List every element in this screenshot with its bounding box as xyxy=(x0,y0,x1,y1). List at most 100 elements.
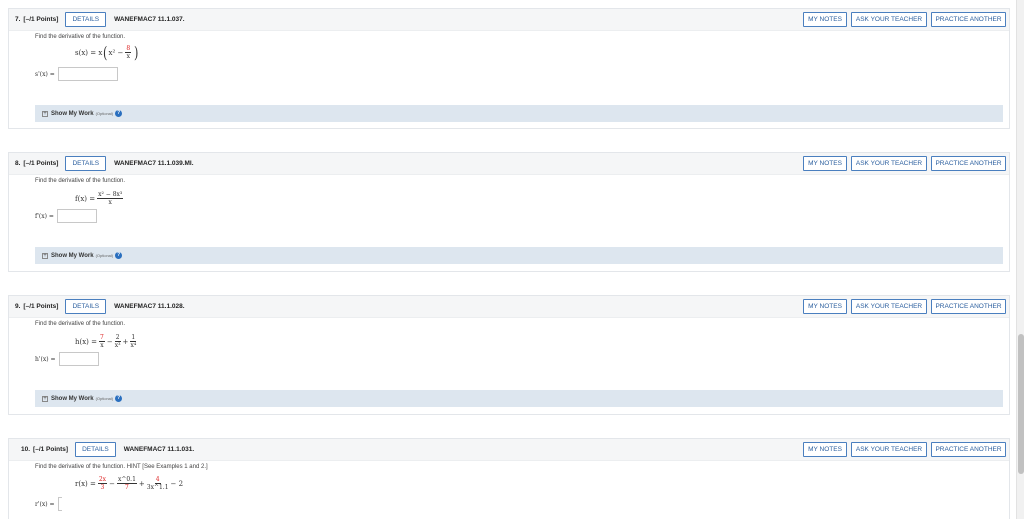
answer-input[interactable] xyxy=(57,67,118,81)
question-code: WANEFMAC7 11.1.028. xyxy=(114,303,185,310)
formula-fraction-1: 7x xyxy=(99,334,105,349)
question-card-9: 9. [–/1 Points] DETAILS WANEFMAC7 11.1.0… xyxy=(8,295,1010,415)
formula-lhs: f(x) = xyxy=(75,194,96,203)
details-button[interactable]: DETAILS xyxy=(65,156,107,171)
answer-row: s'(x) = xyxy=(35,67,118,81)
formula-inner: x² − xyxy=(108,48,124,57)
show-my-work-optional: (Optional) xyxy=(95,396,114,401)
practice-another-button[interactable]: PRACTICE ANOTHER xyxy=(931,442,1006,457)
question-number: 10. xyxy=(21,446,31,453)
answer-row: h'(x) = xyxy=(35,352,99,366)
help-icon[interactable]: ? xyxy=(115,110,123,117)
details-button[interactable]: DETAILS xyxy=(65,299,107,314)
ask-teacher-button[interactable]: ASK YOUR TEACHER xyxy=(851,12,927,27)
my-notes-button[interactable]: MY NOTES xyxy=(803,12,847,27)
formula-fraction-denominator: x³ xyxy=(114,342,121,349)
details-button[interactable]: DETAILS xyxy=(75,442,116,457)
practice-another-button[interactable]: PRACTICE ANOTHER xyxy=(931,156,1006,171)
answer-label: f'(x) = xyxy=(35,212,54,220)
formula-operator: + xyxy=(122,337,129,346)
practice-another-button[interactable]: PRACTICE ANOTHER xyxy=(931,12,1006,27)
my-notes-button[interactable]: MY NOTES xyxy=(803,442,847,457)
formula-fraction-3: 1 x⁴ xyxy=(130,334,137,349)
question-number: 9. xyxy=(15,303,21,310)
formula-fraction-denominator: x xyxy=(126,53,130,60)
show-my-work-optional: (Optional) xyxy=(95,111,114,116)
answer-row: r'(x) = xyxy=(35,497,62,511)
question-prompt: Find the derivative of the function. xyxy=(35,178,126,184)
formula-paren-close: ) xyxy=(134,42,139,62)
answer-label: s'(x) = xyxy=(35,70,55,78)
formula-tail: − 2 xyxy=(170,479,184,488)
answer-input[interactable] xyxy=(56,209,97,223)
show-my-work-bar[interactable]: + Show My Work (Optional) ? xyxy=(35,105,1003,122)
formula-fraction-3: 4 3x^1.1 xyxy=(147,476,169,491)
formula-operator: − xyxy=(109,479,115,488)
formula-fraction-numerator: 1 xyxy=(130,334,137,342)
formula-fraction: x² − 8x³ x xyxy=(97,191,124,206)
show-my-work-label: Show My Work xyxy=(51,110,94,117)
answer-label: h'(x) = xyxy=(35,355,56,363)
expand-icon: + xyxy=(42,395,48,402)
question-header: 8. [–/1 Points] DETAILS WANEFMAC7 11.1.0… xyxy=(9,153,1009,175)
question-number: 7. xyxy=(15,16,21,23)
question-points: [–/1 Points] xyxy=(23,16,59,23)
scrollbar-thumb[interactable] xyxy=(1018,334,1024,474)
formula-paren-open: ( xyxy=(103,42,108,62)
formula-fraction-numerator: x² − 8x³ xyxy=(97,191,124,199)
answer-label: r'(x) = xyxy=(35,500,55,508)
formula-fraction-numerator: 8 xyxy=(125,45,132,53)
help-icon[interactable]: ? xyxy=(115,252,123,259)
function-formula: r(x) = 2x 3 − x^0.1 7 + 4 3x^1.1 − 2 xyxy=(75,476,183,491)
formula-lhs: h(x) = xyxy=(75,337,98,346)
my-notes-button[interactable]: MY NOTES xyxy=(803,156,847,171)
ask-teacher-button[interactable]: ASK YOUR TEACHER xyxy=(851,442,927,457)
formula-fraction-2: x^0.1 7 xyxy=(116,476,137,491)
details-button[interactable]: DETAILS xyxy=(65,12,107,27)
answer-input[interactable] xyxy=(57,497,62,511)
formula-operator: + xyxy=(138,479,145,488)
question-points: [–/1 Points] xyxy=(23,160,59,167)
formula-fraction-numerator: 4 xyxy=(154,476,161,484)
formula-fraction-1: 2x 3 xyxy=(97,476,108,491)
question-code: WANEFMAC7 11.1.037. xyxy=(114,16,185,23)
question-points: [–/1 Points] xyxy=(23,303,59,310)
question-code: WANEFMAC7 11.1.031. xyxy=(123,446,195,453)
my-notes-button[interactable]: MY NOTES xyxy=(803,299,847,314)
formula-fraction-numerator: 7 xyxy=(99,334,105,342)
question-card-7: 7. [–/1 Points] DETAILS WANEFMAC7 11.1.0… xyxy=(8,8,1010,129)
answer-input[interactable] xyxy=(58,352,99,366)
question-prompt: Find the derivative of the function. HIN… xyxy=(35,464,208,470)
formula-operator: − xyxy=(106,337,113,346)
expand-icon: + xyxy=(42,110,48,117)
show-my-work-label: Show My Work xyxy=(51,395,94,402)
formula-lhs: s(x) = x xyxy=(75,48,103,57)
question-header: 10. [–/1 Points] DETAILS WANEFMAC7 11.1.… xyxy=(9,439,1009,461)
help-icon[interactable]: ? xyxy=(115,395,123,402)
scrollbar[interactable] xyxy=(1016,0,1024,519)
formula-fraction-denominator: x⁴ xyxy=(130,342,137,349)
show-my-work-bar[interactable]: + Show My Work (Optional) ? xyxy=(35,390,1003,407)
formula-fraction-denominator: 7 xyxy=(125,484,129,491)
formula-fraction-numerator: 2x xyxy=(97,476,108,484)
question-code: WANEFMAC7 11.1.039.MI. xyxy=(114,160,194,167)
formula-fraction-2: 2 x³ xyxy=(114,334,121,349)
ask-teacher-button[interactable]: ASK YOUR TEACHER xyxy=(851,299,927,314)
formula-fraction: 8x xyxy=(125,45,132,60)
formula-fraction-denominator: 3x^1.1 xyxy=(146,484,169,491)
show-my-work-bar[interactable]: + Show My Work (Optional) ? xyxy=(35,247,1003,264)
formula-fraction-numerator: 2 xyxy=(114,334,121,342)
ask-teacher-button[interactable]: ASK YOUR TEACHER xyxy=(851,156,927,171)
formula-fraction-denominator: x xyxy=(108,199,112,206)
show-my-work-label: Show My Work xyxy=(51,252,94,259)
question-prompt: Find the derivative of the function. xyxy=(35,321,126,327)
function-formula: h(x) = 7x − 2 x³ + 1 x⁴ xyxy=(75,334,138,349)
question-header: 7. [–/1 Points] DETAILS WANEFMAC7 11.1.0… xyxy=(9,9,1009,31)
question-header: 9. [–/1 Points] DETAILS WANEFMAC7 11.1.0… xyxy=(9,296,1009,318)
formula-fraction-denominator: x xyxy=(100,342,104,349)
function-formula: s(x) = x ( x² − 8x ) xyxy=(75,42,139,62)
question-card-8: 8. [–/1 Points] DETAILS WANEFMAC7 11.1.0… xyxy=(8,152,1010,272)
formula-fraction-numerator: x^0.1 xyxy=(116,476,137,484)
expand-icon: + xyxy=(42,252,48,259)
practice-another-button[interactable]: PRACTICE ANOTHER xyxy=(931,299,1006,314)
